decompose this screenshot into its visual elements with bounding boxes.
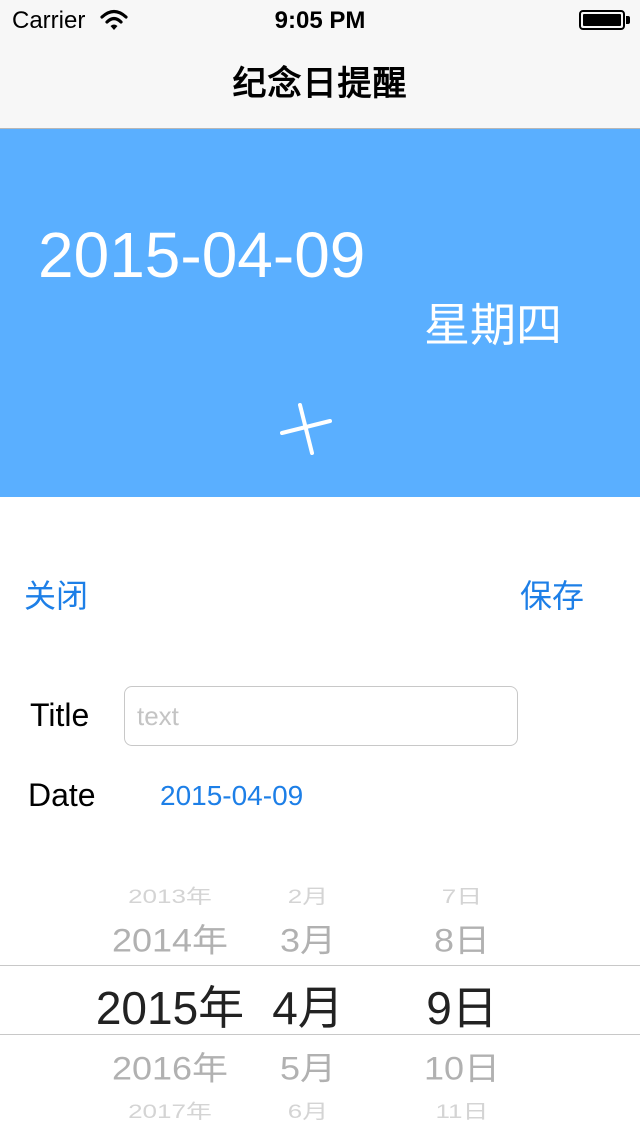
date-picker[interactable]: 2013年 2014年 2015年 2016年 2017年 2月 3月 4月 5… [0, 860, 640, 1136]
title-label: Title [30, 697, 90, 733]
picker-day-option[interactable]: 11日 [412, 1096, 512, 1124]
picker-month-option[interactable]: 6月 [268, 1096, 348, 1124]
page-title: 纪念日提醒 [232, 65, 408, 103]
picker-month-selected[interactable]: 4月 [268, 972, 348, 1038]
plus-icon[interactable] [276, 399, 336, 459]
header-date: 2015-04-09 [38, 219, 366, 291]
picker-day-selected[interactable]: 9日 [412, 972, 512, 1038]
header-weekday: 星期四 [424, 299, 562, 351]
picker-day-option[interactable]: 10日 [412, 1043, 512, 1090]
close-button[interactable]: 关闭 [24, 576, 88, 616]
screen: Carrier 9:05 PM 纪念日提醒 2015-04-09 星期四 关闭 … [0, 0, 640, 1136]
picker-year-option[interactable]: 2016年 [90, 1043, 250, 1090]
picker-day-option[interactable]: 7日 [412, 881, 512, 909]
picker-year-option[interactable]: 2013年 [90, 881, 250, 909]
date-label: Date [28, 777, 96, 813]
save-button[interactable]: 保存 [520, 576, 584, 616]
picker-month-option[interactable]: 2月 [268, 881, 348, 909]
navigation-bar: Carrier 9:05 PM 纪念日提醒 [0, 0, 640, 129]
date-header: 2015-04-09 星期四 [0, 129, 640, 497]
picker-year-selected[interactable]: 2015年 [90, 972, 250, 1038]
picker-year-option[interactable]: 2014年 [90, 915, 250, 962]
picker-selection-top-line [0, 965, 640, 966]
date-value[interactable]: 2015-04-09 [160, 778, 303, 814]
battery-tip [626, 16, 630, 24]
picker-day-option[interactable]: 8日 [412, 915, 512, 962]
picker-month-option[interactable]: 3月 [268, 915, 348, 962]
title-input[interactable] [124, 686, 518, 746]
status-time: 9:05 PM [274, 7, 366, 34]
picker-month-option[interactable]: 5月 [268, 1043, 348, 1090]
battery-icon [579, 10, 625, 30]
picker-year-option[interactable]: 2017年 [90, 1096, 250, 1124]
